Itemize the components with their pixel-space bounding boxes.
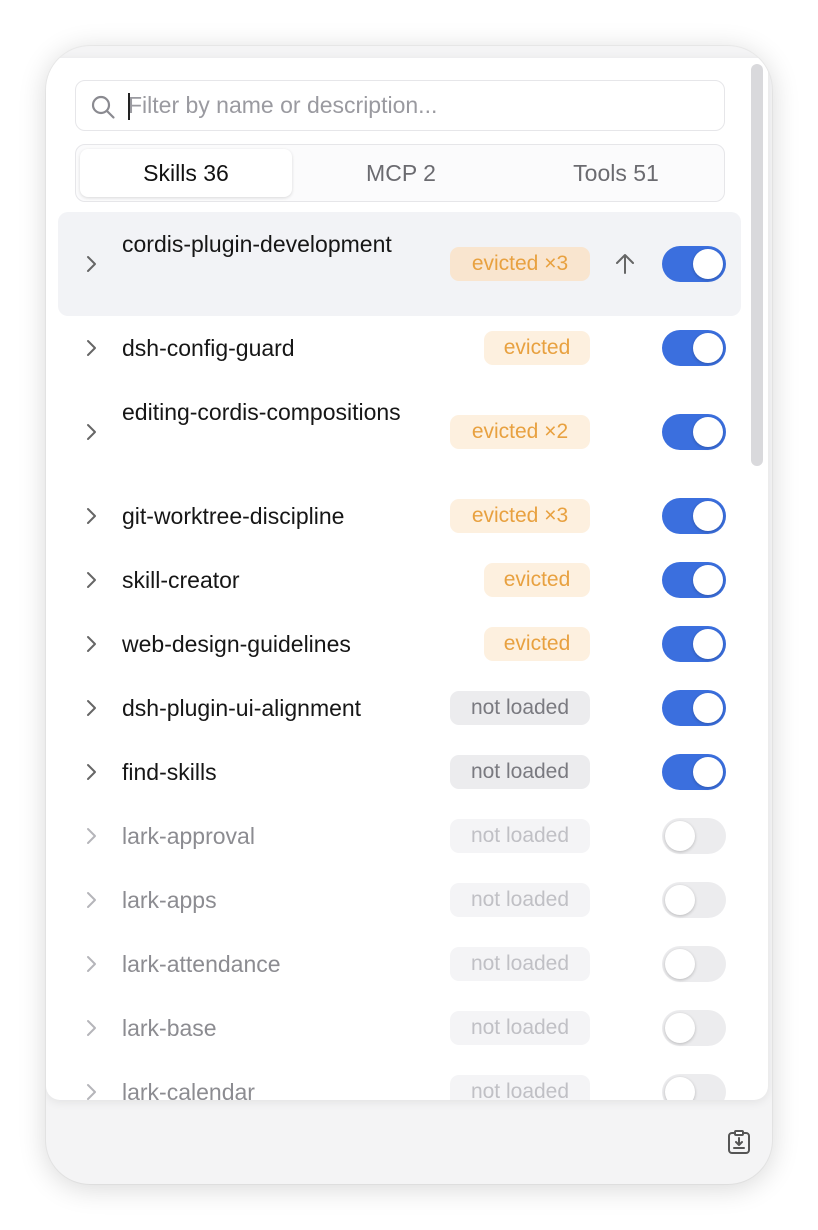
status-badge: not loaded <box>450 819 590 853</box>
enable-toggle[interactable] <box>662 330 726 366</box>
skill-row[interactable]: lark-apps not loaded <box>58 868 741 932</box>
skill-name: git-worktree-discipline <box>122 503 345 529</box>
enable-toggle[interactable] <box>662 690 726 726</box>
toggle-knob <box>693 249 723 279</box>
skill-name: lark-calendar <box>122 1079 255 1100</box>
status-badge: not loaded <box>450 691 590 725</box>
enable-toggle[interactable] <box>662 754 726 790</box>
chevron-right-icon[interactable] <box>84 505 98 527</box>
toggle-knob <box>665 949 695 979</box>
toggle-knob <box>693 501 723 531</box>
status-badge: not loaded <box>450 755 590 789</box>
status-badge: evicted ×2 <box>450 415 590 449</box>
chevron-right-icon[interactable] <box>84 761 98 783</box>
scrollbar[interactable] <box>751 64 763 466</box>
toggle-knob <box>693 565 723 595</box>
skill-name: lark-approval <box>122 823 255 849</box>
enable-toggle[interactable] <box>662 946 726 982</box>
clipboard-download-icon[interactable] <box>726 1129 752 1155</box>
search-input[interactable] <box>128 81 718 130</box>
skill-row[interactable]: skill-creator evicted <box>58 548 741 612</box>
skill-name: lark-apps <box>122 887 217 913</box>
skill-name: cordis-plugin-development <box>122 231 392 257</box>
chevron-right-icon[interactable] <box>84 569 98 591</box>
status-badge: not loaded <box>450 947 590 981</box>
chevron-right-icon[interactable] <box>84 889 98 911</box>
skill-row[interactable]: dsh-config-guard evicted <box>58 316 741 380</box>
enable-toggle[interactable] <box>662 562 726 598</box>
search-icon <box>91 95 115 119</box>
skill-row[interactable]: lark-base not loaded <box>58 996 741 1060</box>
skill-name: dsh-plugin-ui-alignment <box>122 695 362 721</box>
chevron-right-icon[interactable] <box>84 337 98 359</box>
toggle-knob <box>693 757 723 787</box>
toggle-knob <box>665 885 695 915</box>
status-badge: not loaded <box>450 883 590 917</box>
skills-list: cordis-plugin-development evicted ×3 dsh-c… <box>46 208 752 1100</box>
arrow-up-icon[interactable] <box>612 251 638 277</box>
chevron-right-icon[interactable] <box>84 633 98 655</box>
chevron-right-icon[interactable] <box>84 421 98 443</box>
skill-row[interactable]: git-worktree-discipline evicted ×3 <box>58 484 741 548</box>
skill-row[interactable]: lark-attendance not loaded <box>58 932 741 996</box>
search-box[interactable] <box>75 80 725 131</box>
tab-skills[interactable]: Skills 36 <box>80 149 292 197</box>
skill-row[interactable]: lark-approval not loaded <box>58 804 741 868</box>
status-badge: not loaded <box>450 1011 590 1045</box>
skill-name: web-design-guidelines <box>122 631 351 657</box>
enable-toggle[interactable] <box>662 882 726 918</box>
chevron-right-icon[interactable] <box>84 1017 98 1039</box>
toggle-knob <box>665 821 695 851</box>
toggle-knob <box>665 1077 695 1100</box>
chevron-right-icon[interactable] <box>84 1081 98 1100</box>
enable-toggle[interactable] <box>662 818 726 854</box>
skill-name: find-skills <box>122 759 217 785</box>
toggle-knob <box>693 629 723 659</box>
toggle-knob <box>693 417 723 447</box>
status-badge: not loaded <box>450 1075 590 1100</box>
text-caret <box>128 93 130 120</box>
toggle-knob <box>665 1013 695 1043</box>
skill-row[interactable]: lark-calendar not loaded <box>58 1060 741 1100</box>
skill-row[interactable]: dsh-plugin-ui-alignment not loaded <box>58 676 741 740</box>
skill-name: lark-attendance <box>122 951 281 977</box>
skill-name: skill-creator <box>122 567 240 593</box>
tab-tools[interactable]: Tools 51 <box>510 149 722 197</box>
tab-mcp[interactable]: MCP 2 <box>295 149 507 197</box>
skills-panel: Skills 36 MCP 2 Tools 51 cordis-plugin-d… <box>46 58 768 1100</box>
popover-window: Skills 36 MCP 2 Tools 51 cordis-plugin-d… <box>46 46 772 1184</box>
skill-name: dsh-config-guard <box>122 335 295 361</box>
enable-toggle[interactable] <box>662 626 726 662</box>
status-badge: evicted ×3 <box>450 499 590 533</box>
enable-toggle[interactable] <box>662 1074 726 1100</box>
status-badge: evicted <box>484 627 590 661</box>
enable-toggle[interactable] <box>662 1010 726 1046</box>
enable-toggle[interactable] <box>662 246 726 282</box>
chevron-right-icon[interactable] <box>84 253 98 275</box>
chevron-right-icon[interactable] <box>84 697 98 719</box>
enable-toggle[interactable] <box>662 414 726 450</box>
status-badge: evicted <box>484 563 590 597</box>
skill-row[interactable]: editing-cordis-compositions evicted ×2 <box>58 380 741 484</box>
skill-name: editing-cordis-compositions <box>122 399 401 425</box>
status-badge: evicted <box>484 331 590 365</box>
enable-toggle[interactable] <box>662 498 726 534</box>
skill-row[interactable]: web-design-guidelines evicted <box>58 612 741 676</box>
skill-row[interactable]: cordis-plugin-development evicted ×3 <box>58 212 741 316</box>
skill-name: lark-base <box>122 1015 217 1041</box>
status-badge: evicted ×3 <box>450 247 590 281</box>
toggle-knob <box>693 693 723 723</box>
chevron-right-icon[interactable] <box>84 825 98 847</box>
skill-row[interactable]: find-skills not loaded <box>58 740 741 804</box>
tab-bar: Skills 36 MCP 2 Tools 51 <box>75 144 725 202</box>
chevron-right-icon[interactable] <box>84 953 98 975</box>
toggle-knob <box>693 333 723 363</box>
